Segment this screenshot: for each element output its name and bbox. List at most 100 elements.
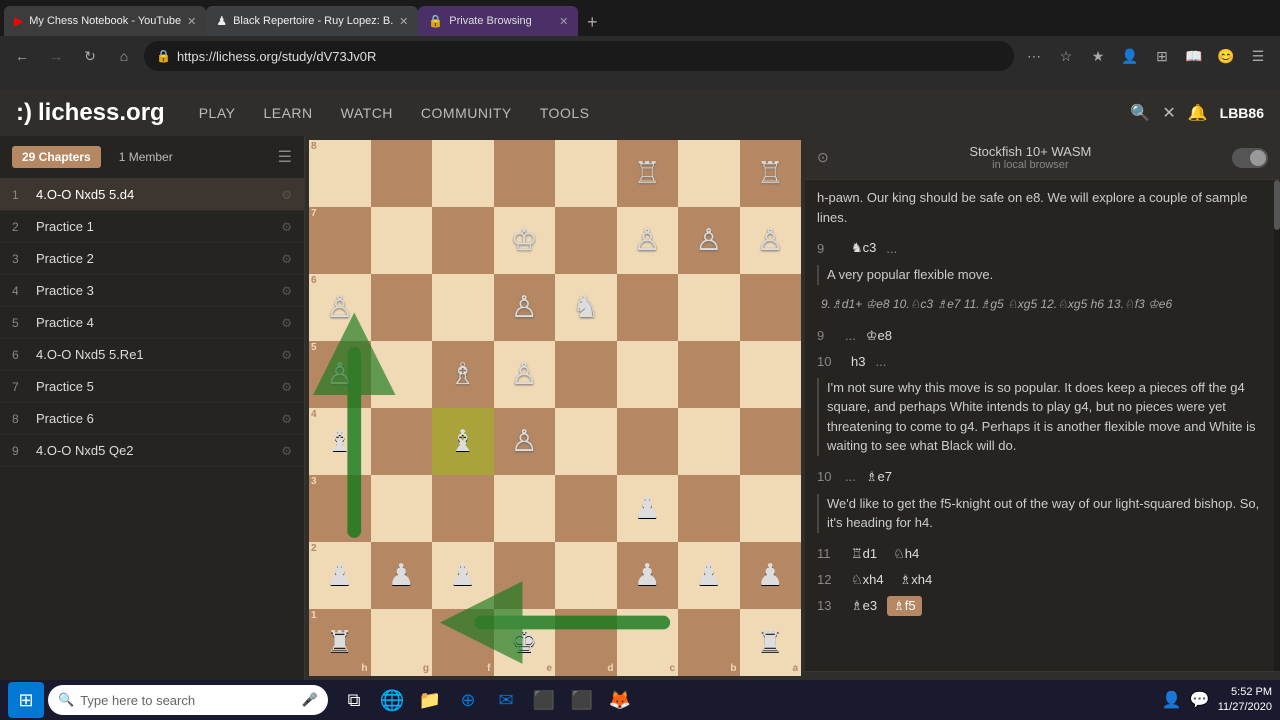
engine-toggle[interactable] (1232, 148, 1268, 168)
square-4-1[interactable] (371, 408, 433, 475)
star-icon[interactable]: ★ (1084, 42, 1112, 70)
square-5-5[interactable]: ♟ (617, 475, 679, 542)
mic-icon[interactable]: 🎤 (302, 692, 318, 708)
search-icon[interactable]: 🔍 (1130, 103, 1150, 123)
move-12-white[interactable]: ♘xh4 (845, 570, 890, 590)
bookmark-icon[interactable]: ☆ (1052, 42, 1080, 70)
tab-chess-notebook[interactable]: ▶ My Chess Notebook - YouTube ✕ (4, 6, 206, 36)
piece-3-0[interactable]: ♙ (326, 360, 353, 390)
chapter-item-9[interactable]: 9 4.O-O Nxd5 Qe2 ⚙ (0, 435, 304, 467)
chapter-gear-6[interactable]: ⚙ (281, 348, 292, 362)
move-9-white[interactable]: ♞c3 (845, 238, 882, 258)
target-icon[interactable]: ⊙ (817, 149, 829, 166)
move-12-black[interactable]: ♗xh4 (894, 570, 939, 590)
square-2-1[interactable] (371, 274, 433, 341)
square-6-3[interactable] (494, 542, 556, 609)
square-6-6[interactable]: ♟ (678, 542, 740, 609)
chapter-gear-1[interactable]: ⚙ (281, 188, 292, 202)
piece-1-6[interactable]: ♙ (695, 226, 722, 256)
menu-icon[interactable]: ☰ (1244, 42, 1272, 70)
piece-1-5[interactable]: ♙ (634, 226, 661, 256)
square-7-5[interactable]: c (617, 609, 679, 676)
square-7-6[interactable]: b (678, 609, 740, 676)
square-5-2[interactable] (432, 475, 494, 542)
square-7-0[interactable]: 1h♜ (309, 609, 371, 676)
taskbar-explorer[interactable]: 📁 (412, 682, 448, 718)
square-1-4[interactable] (555, 207, 617, 274)
piece-6-5[interactable]: ♟ (634, 561, 661, 591)
square-3-4[interactable] (555, 341, 617, 408)
square-0-1[interactable] (371, 140, 433, 207)
chapter-item-5[interactable]: 5 Practice 4 ⚙ (0, 307, 304, 339)
start-button[interactable]: ⊞ (8, 682, 44, 718)
square-4-2[interactable]: ♝ (432, 408, 494, 475)
chapters-button[interactable]: 29 Chapters (12, 146, 101, 168)
square-4-4[interactable] (555, 408, 617, 475)
taskbar-app5[interactable]: ⬛ (526, 682, 562, 718)
square-2-5[interactable] (617, 274, 679, 341)
piece-4-3[interactable]: ♙ (511, 427, 538, 457)
square-7-2[interactable]: f (432, 609, 494, 676)
chapter-gear-7[interactable]: ⚙ (281, 380, 292, 394)
tab-black-repertoire[interactable]: ♟ Black Repertoire - Ruy Lopez: B... ✕ (206, 6, 418, 36)
square-2-6[interactable] (678, 274, 740, 341)
square-2-7[interactable] (740, 274, 802, 341)
piece-2-4[interactable]: ♞ (572, 293, 599, 323)
profile-icon[interactable]: 👤 (1116, 42, 1144, 70)
square-4-3[interactable]: ♙ (494, 408, 556, 475)
new-tab-button[interactable]: + (578, 8, 606, 36)
square-7-1[interactable]: g (371, 609, 433, 676)
square-7-7[interactable]: a♜ (740, 609, 802, 676)
bell-icon[interactable]: 🔔 (1188, 103, 1208, 123)
square-7-4[interactable]: d (555, 609, 617, 676)
chapter-gear-9[interactable]: ⚙ (281, 444, 292, 458)
piece-7-7[interactable]: ♜ (757, 628, 784, 658)
piece-6-1[interactable]: ♟ (388, 561, 415, 591)
square-1-7[interactable]: ♙ (740, 207, 802, 274)
square-4-7[interactable] (740, 408, 802, 475)
square-7-3[interactable]: e♚ (494, 609, 556, 676)
square-2-4[interactable]: ♞ (555, 274, 617, 341)
chapter-gear-5[interactable]: ⚙ (281, 316, 292, 330)
square-6-2[interactable]: ♟ (432, 542, 494, 609)
square-6-5[interactable]: ♟ (617, 542, 679, 609)
chapter-item-7[interactable]: 7 Practice 5 ⚙ (0, 371, 304, 403)
taskbar-edge[interactable]: ⊕ (450, 682, 486, 718)
square-5-0[interactable]: 3 (309, 475, 371, 542)
tab-private-browsing[interactable]: 🔒 Private Browsing ✕ (418, 6, 578, 36)
square-6-4[interactable] (555, 542, 617, 609)
piece-0-7[interactable]: ♖ (757, 159, 784, 189)
square-1-5[interactable]: ♙ (617, 207, 679, 274)
piece-0-5[interactable]: ♖ (634, 159, 661, 189)
nav-watch[interactable]: WATCH (327, 90, 407, 136)
piece-7-0[interactable]: ♜ (326, 628, 353, 658)
piece-3-2[interactable]: ♗ (449, 360, 476, 390)
move-11-black[interactable]: ♘h4 (887, 544, 925, 564)
member-button[interactable]: 1 Member (109, 146, 183, 168)
square-4-6[interactable] (678, 408, 740, 475)
chapter-item-1[interactable]: 1 4.O-O Nxd5 5.d4 ⚙ (0, 179, 304, 211)
square-0-2[interactable] (432, 140, 494, 207)
chess-board[interactable]: 8♖♖7♔♙♙♙6♙♙♞5♙♗♙4♝♝♙3♟2♟♟♟♟♟♟1h♜gfe♚dcba… (309, 140, 801, 676)
move-10-black[interactable]: ♗e7 (860, 467, 898, 487)
taskbar-people-icon[interactable]: 👤 (1162, 690, 1182, 710)
move-13-white[interactable]: ♗e3 (845, 596, 883, 616)
square-1-2[interactable] (432, 207, 494, 274)
square-0-7[interactable]: ♖ (740, 140, 802, 207)
square-0-3[interactable] (494, 140, 556, 207)
chapter-item-4[interactable]: 4 Practice 3 ⚙ (0, 275, 304, 307)
square-6-1[interactable]: ♟ (371, 542, 433, 609)
username[interactable]: LBB86 (1220, 105, 1264, 121)
square-3-1[interactable] (371, 341, 433, 408)
refresh-button[interactable]: ↻ (76, 42, 104, 70)
square-5-7[interactable] (740, 475, 802, 542)
move-11-white[interactable]: ♖d1 (845, 544, 883, 564)
piece-2-3[interactable]: ♙ (511, 293, 538, 323)
chapter-item-2[interactable]: 2 Practice 1 ⚙ (0, 211, 304, 243)
close-icon[interactable]: ✕ (1162, 103, 1175, 123)
taskbar-firefox[interactable]: 🦊 (602, 682, 638, 718)
piece-2-0[interactable]: ♙ (326, 293, 353, 323)
square-5-3[interactable] (494, 475, 556, 542)
square-1-6[interactable]: ♙ (678, 207, 740, 274)
square-6-0[interactable]: 2♟ (309, 542, 371, 609)
